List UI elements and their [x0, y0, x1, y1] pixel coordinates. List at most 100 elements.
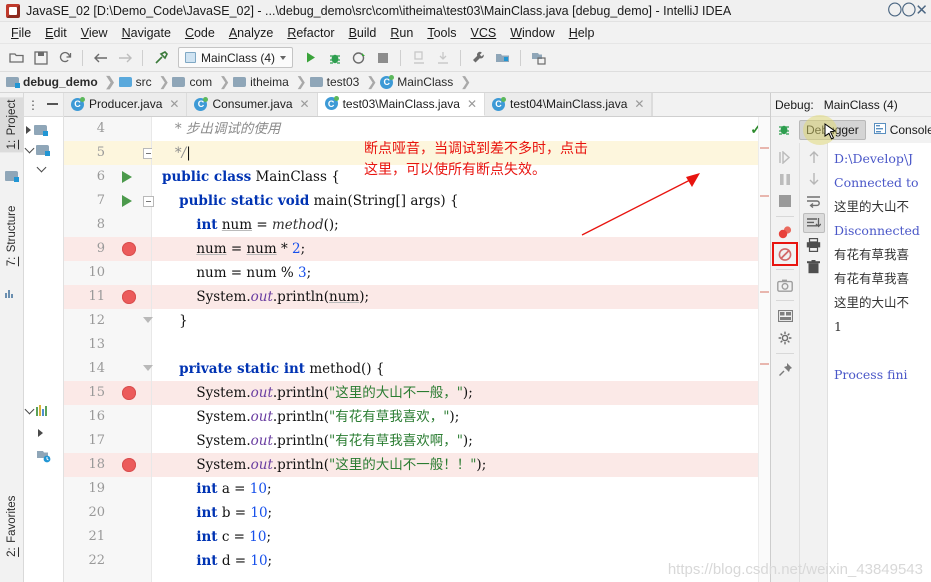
menu-item-navigate[interactable]: Navigate — [115, 24, 178, 42]
gutter-row-18[interactable]: 18 — [64, 453, 151, 477]
sidebar-item-structure[interactable]: 7: Structure — [0, 203, 24, 269]
gutter-row-4[interactable]: 4 — [64, 117, 151, 141]
editor-tab-0[interactable]: C Producer.java ✕ — [64, 93, 188, 116]
gutter-row-8[interactable]: 8 — [64, 213, 151, 237]
breakpoint-marker[interactable] — [122, 242, 136, 256]
project-tree-node-1[interactable] — [26, 125, 48, 136]
menu-item-refactor[interactable]: Refactor — [280, 24, 341, 42]
mute-breakpoints-icon[interactable] — [772, 242, 798, 266]
sidebar-item-favorites[interactable]: 2: Favorites — [0, 493, 24, 560]
gutter-row-21[interactable]: 21 — [64, 525, 151, 549]
editor-gutter[interactable]: 4 5 6 7 8 9 10 11 12 13 14 15 16 17 18 19 20 21 22 — [64, 117, 154, 582]
build-hammer-icon[interactable] — [150, 47, 171, 68]
code-line-20[interactable]: int b = 10; — [152, 501, 770, 525]
editor-tab-1[interactable]: C Consumer.java ✕ — [187, 93, 318, 116]
open-folder-icon[interactable] — [6, 47, 27, 68]
editor-tab-3[interactable]: Ctest04\MainClass.java ✕ — [485, 93, 653, 116]
close-icon[interactable]: ✕ — [300, 97, 310, 111]
forward-arrow-icon[interactable] — [114, 47, 135, 68]
sidebar-item-project[interactable]: 1: Project — [0, 97, 24, 153]
close-icon[interactable]: ✕ — [169, 97, 179, 111]
chevron-right-icon[interactable] — [26, 126, 31, 134]
screenshot-icon[interactable] — [774, 275, 796, 295]
editor-tab-2[interactable]: Ctest03\MainClass.java ✕ — [317, 93, 486, 116]
code-line-15[interactable]: System.out.println("这里的大山不一般，"); — [152, 381, 770, 405]
print-icon[interactable] — [803, 235, 825, 255]
code-line-16[interactable]: System.out.println("有花有草我喜欢，"); — [152, 405, 770, 429]
scroll-down-icon[interactable] — [803, 169, 825, 189]
code-line-18[interactable]: System.out.println("这里的大山不一般！！"); — [152, 453, 770, 477]
project-tree-node-2[interactable] — [24, 143, 50, 156]
soft-wrap-icon[interactable] — [803, 191, 825, 211]
stop-program-icon[interactable] — [774, 191, 796, 211]
code-line-8[interactable]: int num = method(); — [152, 213, 770, 237]
editor-scroll-stripe[interactable] — [758, 117, 770, 582]
close-icon[interactable]: ✕ — [467, 97, 477, 111]
scroll-up-icon[interactable] — [803, 147, 825, 167]
gutter-row-7[interactable]: 7 — [64, 189, 154, 213]
chevron-right-icon-2[interactable] — [38, 429, 43, 437]
breadcrumb-item-itheima[interactable]: itheima ❯ — [233, 74, 310, 90]
gutter-row-22[interactable]: 22 — [64, 549, 151, 573]
gutter-row-16[interactable]: 16 — [64, 405, 151, 429]
chevron-down-icon[interactable] — [280, 55, 287, 60]
collapse-panel-icon[interactable] — [47, 103, 58, 105]
menu-item-view[interactable]: View — [74, 24, 115, 42]
chevron-down-icon-3[interactable] — [24, 404, 35, 414]
tab-console[interactable]: Console · — [868, 120, 931, 140]
code-line-9[interactable]: num = num * 2; — [152, 237, 770, 261]
gutter-row-11[interactable]: 11 — [64, 285, 151, 309]
project-tree-node-4[interactable] — [24, 404, 47, 416]
resume-program-icon[interactable] — [774, 147, 796, 167]
menu-item-analyze[interactable]: Analyze — [222, 24, 280, 42]
debug-bug-icon[interactable] — [773, 119, 795, 139]
project-structure-icon[interactable] — [492, 47, 513, 68]
layout-settings-icon[interactable] — [774, 306, 796, 326]
scroll-to-end-icon[interactable] — [802, 213, 825, 233]
run-gutter-icon[interactable] — [122, 195, 132, 207]
gutter-row-13[interactable]: 13 — [64, 333, 151, 357]
pause-program-icon[interactable] — [774, 169, 796, 189]
console-output[interactable]: D:\Develop\J Connected to 这里的大山不 Disconnect… — [827, 143, 931, 582]
update-project-icon[interactable] — [528, 47, 549, 68]
run-configuration-selector[interactable]: MainClass (4) — [178, 47, 294, 68]
clear-all-icon[interactable] — [803, 257, 825, 277]
gutter-row-17[interactable]: 17 — [64, 429, 151, 453]
gutter-row-5[interactable]: 5 — [64, 141, 154, 165]
menu-item-file[interactable]: File — [4, 24, 38, 42]
menu-item-window[interactable]: Window — [503, 24, 561, 42]
gutter-row-12[interactable]: 12 — [64, 309, 153, 333]
breadcrumb-item-com[interactable]: com ❯ — [172, 74, 233, 90]
gutter-row-9[interactable]: 9 — [64, 237, 151, 261]
chevron-down-icon[interactable] — [24, 143, 35, 154]
breakpoint-marker[interactable] — [122, 290, 136, 304]
chevron-down-icon-2[interactable] — [36, 162, 47, 173]
gutter-row-6[interactable]: 6 — [64, 165, 151, 189]
code-line-17[interactable]: System.out.println("有花有草我喜欢啊，"); — [152, 429, 770, 453]
gutter-row-14[interactable]: 14 — [64, 357, 153, 381]
menu-item-code[interactable]: Code — [178, 24, 222, 42]
window-controls-glyphs[interactable]: 〇〇✕ — [887, 0, 928, 20]
code-line-22[interactable]: int d = 10; — [152, 549, 770, 573]
code-line-13[interactable] — [152, 333, 770, 357]
menu-item-help[interactable]: Help — [562, 24, 602, 42]
run-with-coverage-icon[interactable] — [348, 47, 369, 68]
code-line-12[interactable]: } — [152, 309, 770, 333]
project-tree-node-3[interactable] — [36, 162, 47, 173]
recent-changes-icon[interactable] — [36, 449, 51, 463]
code-area[interactable]: 4 5 6 7 8 9 10 11 12 13 14 15 16 17 18 19 20 21 22 * 步出调试的… — [64, 117, 770, 582]
run-gutter-icon[interactable] — [122, 171, 132, 183]
breakpoint-marker[interactable] — [122, 386, 136, 400]
breadcrumb-item-debug_demo[interactable]: debug_demo ❯ — [6, 74, 119, 90]
code-line-14[interactable]: private static int method() { — [152, 357, 770, 381]
code-line-4[interactable]: * 步出调试的使用 — [152, 117, 770, 141]
code-lines[interactable]: * 步出调试的使用 */| public class MainClass { pu… — [152, 117, 770, 582]
menu-item-edit[interactable]: Edit — [38, 24, 74, 42]
pin-tab-icon[interactable] — [774, 359, 796, 379]
save-all-icon[interactable] — [30, 47, 51, 68]
settings-wrench-icon[interactable] — [468, 47, 489, 68]
code-line-10[interactable]: num = num % 3; — [152, 261, 770, 285]
stop-icon[interactable] — [372, 47, 393, 68]
close-icon[interactable]: ✕ — [634, 97, 644, 111]
view-breakpoints-icon[interactable] — [774, 222, 796, 242]
